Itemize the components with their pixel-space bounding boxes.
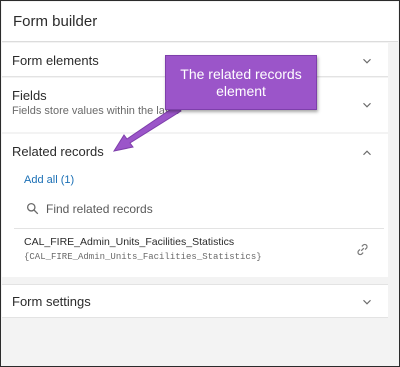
- related-records-search: [24, 196, 380, 222]
- section-form-settings[interactable]: Form settings: [2, 284, 388, 318]
- record-name: CAL_FIRE_Admin_Units_Facilities_Statisti…: [24, 236, 235, 248]
- divider: [14, 228, 384, 229]
- add-all-link[interactable]: Add all (1): [24, 174, 74, 186]
- chevron-down-icon[interactable]: [360, 98, 374, 112]
- search-input[interactable]: [46, 198, 366, 220]
- section-title-form-elements: Form elements: [12, 53, 99, 68]
- panel-title: Form builder: [13, 13, 98, 30]
- search-icon: [26, 202, 39, 215]
- chevron-down-icon[interactable]: [360, 54, 374, 68]
- list-item[interactable]: CAL_FIRE_Admin_Units_Facilities_Statisti…: [14, 230, 384, 270]
- link-icon[interactable]: [355, 242, 370, 257]
- record-source: {CAL_FIRE_Admin_Units_Facilities_Statist…: [24, 252, 262, 262]
- form-builder-panel: Form builder Form elements Fields Fields…: [0, 0, 400, 367]
- chevron-down-icon[interactable]: [360, 295, 374, 309]
- section-title-form-settings: Form settings: [12, 294, 91, 309]
- annotation-callout: The related records element: [165, 55, 317, 110]
- panel-header: Form builder: [2, 2, 398, 42]
- chevron-up-icon[interactable]: [360, 146, 374, 160]
- section-title-fields: Fields: [12, 88, 47, 103]
- section-title-related-records[interactable]: Related records: [12, 144, 104, 159]
